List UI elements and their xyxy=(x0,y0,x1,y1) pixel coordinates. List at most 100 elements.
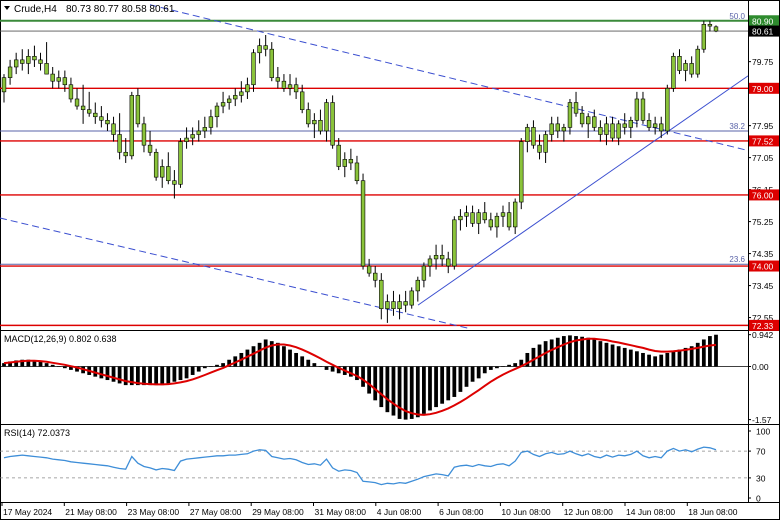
candle-body xyxy=(385,301,390,309)
outer-frame xyxy=(0,0,780,520)
macd-histogram-bar xyxy=(172,366,177,382)
macd-histogram-bar xyxy=(379,366,384,408)
candle-body xyxy=(281,80,287,89)
macd-histogram-bar xyxy=(708,336,712,367)
candle-body xyxy=(579,112,585,125)
chart-canvas: 50.0 38.2 23.6 80.9080.61 79.75 79.00 77.95 77… xyxy=(0,0,780,520)
macd-histogram-bar xyxy=(671,351,676,367)
macd-histogram-bar xyxy=(178,366,183,381)
rsi-axis-label: 100 xyxy=(756,427,770,437)
time-axis-label: 10 Jun 08:00 xyxy=(501,507,550,517)
candle-body xyxy=(683,63,688,71)
candle-body xyxy=(494,215,500,228)
candle-body xyxy=(659,123,664,132)
candle-body xyxy=(652,123,658,128)
candle-body xyxy=(646,119,652,128)
dropdown-triangle-icon[interactable] xyxy=(4,6,10,10)
candle-body xyxy=(293,84,299,93)
candle-body xyxy=(141,123,147,146)
candle-body xyxy=(397,301,402,309)
price-axis-label: 77.05 xyxy=(752,153,774,163)
macd-histogram-bar xyxy=(44,363,49,367)
macd-histogram-bar xyxy=(555,337,560,367)
candle-body xyxy=(373,272,378,281)
macd-histogram-bar xyxy=(111,366,116,382)
macd-histogram-bar xyxy=(695,342,700,367)
macd-histogram-bar xyxy=(701,339,706,367)
candle-body xyxy=(573,102,579,114)
candle-body xyxy=(202,127,208,132)
candle-body xyxy=(665,88,670,132)
macd-histogram-bar xyxy=(184,366,189,379)
candle-body xyxy=(366,265,372,274)
macd-histogram-bar xyxy=(275,342,280,367)
candle-body xyxy=(245,84,250,93)
macd-histogram-bar xyxy=(677,349,682,367)
macd-histogram-bar xyxy=(62,366,67,369)
rsi-line xyxy=(3,446,717,486)
candle-body xyxy=(38,59,43,64)
macd-histogram-bar xyxy=(324,366,329,370)
candle-body xyxy=(586,116,591,125)
rsi-axis-label: 0 xyxy=(756,494,761,504)
candle-body xyxy=(604,123,609,135)
candle-body xyxy=(458,215,463,221)
macd-histogram-bar xyxy=(628,349,633,367)
candle-body xyxy=(251,52,256,86)
macd-histogram-bar xyxy=(507,364,511,367)
macd-axis-label: 0.942 xyxy=(752,330,774,340)
macd-histogram-bar xyxy=(391,366,396,416)
candle-body xyxy=(671,56,676,89)
macd-histogram-bar xyxy=(610,344,615,367)
candle-body xyxy=(178,141,183,185)
candle-body xyxy=(135,95,141,125)
fib-level-label: 23.6 xyxy=(729,255,745,264)
macd-histogram-bar xyxy=(622,347,627,367)
time-axis-label: 4 Jun 08:00 xyxy=(377,507,422,517)
rsi-axis-label: 30 xyxy=(756,473,766,483)
candle-body xyxy=(117,134,122,153)
macd-histogram-bar xyxy=(635,351,639,367)
macd-histogram-bar xyxy=(288,349,292,367)
candle-body xyxy=(287,84,293,89)
macd-histogram-bar xyxy=(464,366,469,387)
time-axis-label: 29 May 08:00 xyxy=(252,507,304,517)
candle-body xyxy=(439,255,445,260)
candle-body xyxy=(348,159,354,164)
time-axis-label: 17 May 2024 xyxy=(3,507,52,517)
candle-body xyxy=(354,162,360,182)
candle-body xyxy=(360,180,366,267)
macd-title: MACD(12,26,9) 0.802 0.638 xyxy=(4,334,117,344)
macd-histogram-bar xyxy=(367,366,372,394)
candle-body xyxy=(257,45,262,54)
macd-histogram-bar xyxy=(348,366,353,377)
time-axis-label: 21 May 08:00 xyxy=(65,507,117,517)
candle-body xyxy=(105,119,110,125)
time-axis-label: 23 May 08:00 xyxy=(128,507,180,517)
macd-histogram-bar xyxy=(385,366,390,413)
candle-body xyxy=(689,63,694,75)
candle-body xyxy=(409,290,414,306)
candle-body xyxy=(634,98,640,121)
candle-body xyxy=(379,279,384,309)
rsi-axis-label: 70 xyxy=(756,447,766,457)
candle-body xyxy=(695,48,700,75)
candle-body xyxy=(153,151,159,178)
fib-level-label: 38.2 xyxy=(729,122,745,131)
macd-histogram-bar xyxy=(501,366,505,368)
candle-body xyxy=(263,45,268,50)
candle-body xyxy=(214,105,220,118)
macd-histogram-bar xyxy=(221,363,225,367)
macd-histogram-bar xyxy=(154,366,159,386)
candle-body xyxy=(476,212,481,224)
descending-channel-lower-line xyxy=(0,217,469,329)
macd-histogram-bar xyxy=(148,366,152,386)
candle-body xyxy=(592,116,597,128)
candle-body xyxy=(190,134,195,139)
candle-body xyxy=(172,180,177,185)
macd-histogram-bar xyxy=(397,366,402,419)
candle-body xyxy=(50,73,55,82)
candle-body xyxy=(7,66,13,78)
candle-body xyxy=(403,301,408,306)
macd-histogram-bar xyxy=(440,366,445,404)
